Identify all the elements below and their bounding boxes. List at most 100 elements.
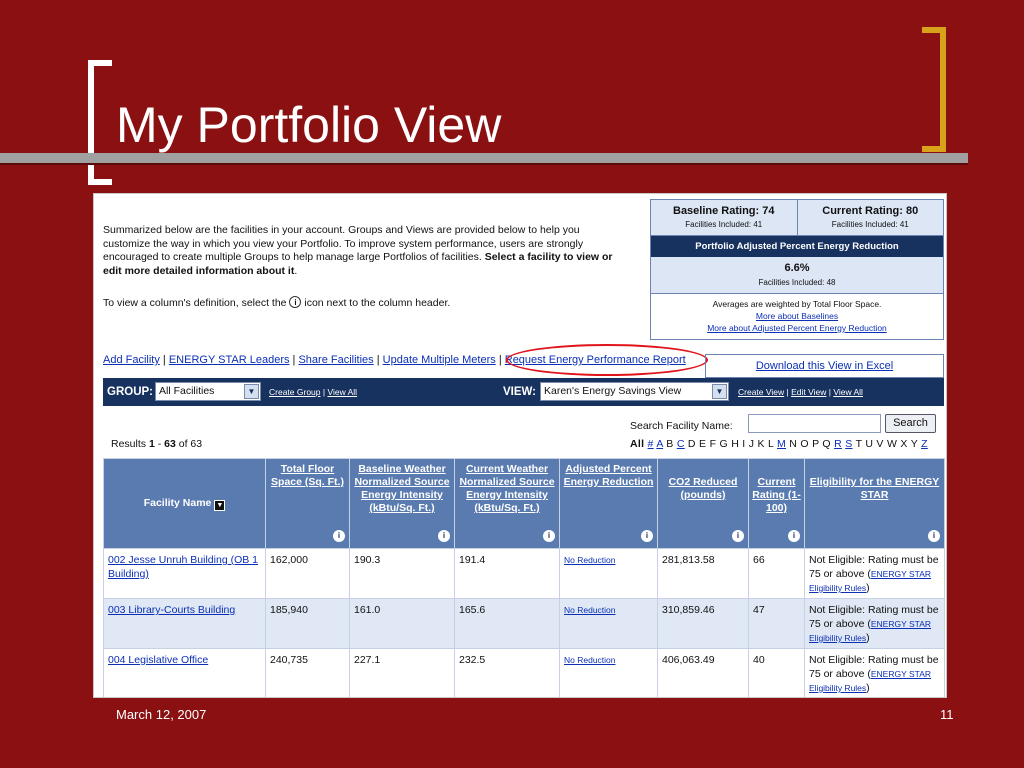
slide-title: My Portfolio View bbox=[116, 97, 502, 153]
floor-header-label[interactable]: Total Floor Space (Sq. Ft.) bbox=[271, 463, 344, 488]
create-view-link[interactable]: Create View bbox=[738, 387, 784, 397]
eligibility-paren: ) bbox=[866, 632, 870, 644]
rating-cell: 47 bbox=[748, 598, 805, 649]
alpha-e: E bbox=[699, 438, 707, 450]
info-icon[interactable]: i bbox=[788, 530, 800, 542]
table-row: 003 Library-Courts Building 185,940 161.… bbox=[103, 598, 945, 649]
chevron-down-icon[interactable]: ▼ bbox=[712, 384, 727, 399]
current-cell: 165.6 bbox=[454, 598, 560, 649]
group-view-bar: GROUP: All Facilities ▼ Create Group | V… bbox=[103, 378, 944, 406]
adjusted-header-label[interactable]: Adjusted Percent Energy Reduction bbox=[564, 463, 654, 488]
alpha-n: N bbox=[789, 438, 798, 450]
alpha-t: T bbox=[855, 438, 863, 450]
search-button[interactable]: Search bbox=[885, 414, 936, 433]
title-rule-shadow bbox=[0, 163, 968, 165]
right-bracket-decoration bbox=[922, 27, 946, 152]
info-icon[interactable]: i bbox=[928, 530, 940, 542]
info-icon[interactable]: i bbox=[641, 530, 653, 542]
view-links: Create View | Edit View | View All bbox=[738, 387, 863, 397]
baseline-facilities-included: Facilities Included: 41 bbox=[685, 220, 763, 229]
facility-link[interactable]: 003 Library-Courts Building bbox=[108, 604, 235, 616]
update-multiple-meters-link[interactable]: Update Multiple Meters bbox=[383, 354, 496, 366]
alpha-o: O bbox=[800, 438, 809, 450]
table-row: 004 Legislative Office 240,735 227.1 232… bbox=[103, 648, 945, 697]
no-reduction-link[interactable]: No Reduction bbox=[564, 555, 616, 565]
view-label: VIEW: bbox=[503, 386, 537, 398]
alpha-q: Q bbox=[822, 438, 831, 450]
info-icon[interactable]: i bbox=[333, 530, 345, 542]
facility-link[interactable]: 004 Legislative Office bbox=[108, 654, 208, 666]
search-input[interactable] bbox=[748, 414, 881, 433]
no-reduction-link[interactable]: No Reduction bbox=[564, 605, 616, 615]
alpha-d: D bbox=[687, 438, 696, 450]
results-count: Results 1 - 63 of 63 bbox=[111, 438, 202, 450]
create-group-link[interactable]: Create Group bbox=[269, 387, 321, 397]
rating-header-label[interactable]: Current Rating (1-100) bbox=[752, 476, 800, 514]
baseline-header-label[interactable]: Baseline Weather Normalized Source Energ… bbox=[354, 463, 449, 514]
col-header-rating[interactable]: Current Rating (1-100) i bbox=[748, 458, 805, 549]
rating-top-row: Baseline Rating: 74 Facilities Included:… bbox=[651, 200, 943, 236]
current-facilities-included: Facilities Included: 41 bbox=[831, 220, 909, 229]
view-all-groups-link[interactable]: View All bbox=[327, 387, 357, 397]
no-reduction-link[interactable]: No Reduction bbox=[564, 655, 616, 665]
co2-header-label[interactable]: CO2 Reduced (pounds) bbox=[669, 476, 738, 501]
col-header-adjusted[interactable]: Adjusted Percent Energy Reduction i bbox=[559, 458, 658, 549]
view-select[interactable]: Karen's Energy Savings View ▼ bbox=[540, 382, 729, 401]
group-select[interactable]: All Facilities ▼ bbox=[155, 382, 261, 401]
alpha-s[interactable]: S bbox=[845, 438, 852, 450]
col-header-eligibility[interactable]: Eligibility for the ENERGY STAR i bbox=[804, 458, 945, 549]
share-facilities-link[interactable]: Share Facilities bbox=[298, 354, 373, 366]
alpha-all[interactable]: All bbox=[630, 438, 644, 450]
more-about-baselines-link[interactable]: More about Baselines bbox=[756, 311, 838, 321]
alpha-h: H bbox=[731, 438, 740, 450]
alpha-c[interactable]: C bbox=[677, 438, 685, 450]
alpha-k: K bbox=[757, 438, 765, 450]
more-about-adjusted-link[interactable]: More about Adjusted Percent Energy Reduc… bbox=[707, 323, 887, 333]
floor-cell: 185,940 bbox=[265, 598, 350, 649]
baseline-cell: 190.3 bbox=[349, 548, 455, 599]
results-dash: - bbox=[154, 438, 165, 450]
info-icon[interactable]: i bbox=[438, 530, 450, 542]
col-header-baseline[interactable]: Baseline Weather Normalized Source Energ… bbox=[349, 458, 455, 549]
info-icon[interactable]: i bbox=[543, 530, 555, 542]
download-excel-link[interactable]: Download this View in Excel bbox=[756, 360, 893, 372]
co2-cell: 281,813.58 bbox=[657, 548, 749, 599]
results-prefix: Results bbox=[111, 438, 149, 450]
view-all-views-link[interactable]: View All bbox=[833, 387, 863, 397]
facility-link[interactable]: 002 Jesse Unruh Building (OB 1 Building) bbox=[108, 554, 258, 580]
chevron-down-icon[interactable]: ▼ bbox=[244, 384, 259, 399]
rating-notes: Averages are weighted by Total Floor Spa… bbox=[651, 294, 943, 334]
edit-view-link[interactable]: Edit View bbox=[791, 387, 826, 397]
current-cell: 232.5 bbox=[454, 648, 560, 697]
energy-star-leaders-link[interactable]: ENERGY STAR Leaders bbox=[169, 354, 290, 366]
alpha-a[interactable]: A bbox=[656, 438, 663, 450]
link-separator: | bbox=[373, 354, 383, 366]
alpha-hash[interactable]: # bbox=[648, 438, 654, 450]
alpha-z[interactable]: Z bbox=[921, 438, 928, 450]
col-header-current[interactable]: Current Weather Normalized Source Energy… bbox=[454, 458, 560, 549]
col-header-facility[interactable]: Facility Name ▼ bbox=[103, 458, 266, 549]
facility-name-cell: 002 Jesse Unruh Building (OB 1 Building) bbox=[103, 548, 266, 599]
eligibility-cell: Not Eligible: Rating must be 75 or above… bbox=[804, 548, 945, 599]
results-to: 63 bbox=[164, 438, 176, 450]
floor-cell: 240,735 bbox=[265, 648, 350, 697]
col-header-co2[interactable]: CO2 Reduced (pounds) i bbox=[657, 458, 749, 549]
left-bracket-decoration bbox=[88, 60, 112, 185]
slide-page-number: 11 bbox=[940, 707, 954, 722]
add-facility-link[interactable]: Add Facility bbox=[103, 354, 160, 366]
link-separator: | bbox=[495, 354, 505, 366]
eligibility-header-label[interactable]: Eligibility for the ENERGY STAR bbox=[810, 476, 940, 501]
alpha-m[interactable]: M bbox=[777, 438, 786, 450]
search-label: Search Facility Name: bbox=[630, 420, 733, 432]
current-header-label[interactable]: Current Weather Normalized Source Energy… bbox=[459, 463, 554, 514]
alpha-i: I bbox=[742, 438, 746, 450]
hint-text-a: To view a column's definition, select th… bbox=[103, 297, 290, 309]
col-header-floor-space[interactable]: Total Floor Space (Sq. Ft.) i bbox=[265, 458, 350, 549]
alpha-r[interactable]: R bbox=[834, 438, 842, 450]
table-header-row: Facility Name ▼ Total Floor Space (Sq. F… bbox=[103, 458, 945, 549]
info-icon[interactable]: i bbox=[732, 530, 744, 542]
column-definition-hint: To view a column's definition, select th… bbox=[103, 296, 450, 309]
rating-summary-panel: Baseline Rating: 74 Facilities Included:… bbox=[650, 199, 944, 340]
alpha-l: L bbox=[768, 438, 774, 450]
sort-down-icon[interactable]: ▼ bbox=[214, 499, 226, 511]
